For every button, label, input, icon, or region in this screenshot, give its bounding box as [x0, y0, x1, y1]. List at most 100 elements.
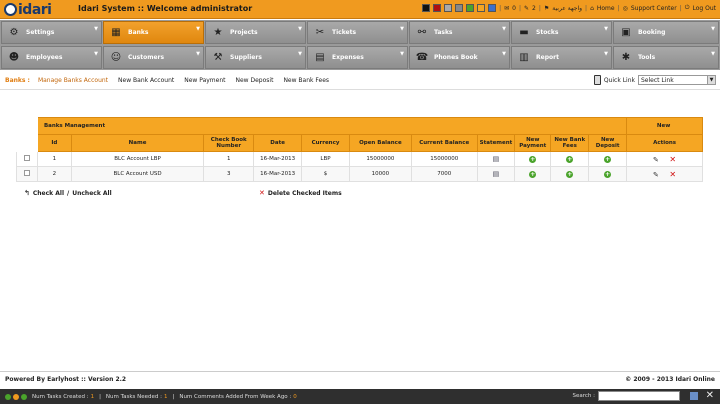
menu-report[interactable]: ▥ Report ▼	[511, 46, 612, 69]
menu-suppliers[interactable]: ⚒ Suppliers ▼	[205, 46, 306, 69]
new-deposit-icon[interactable]: +	[604, 170, 612, 178]
report-icon: ▥	[519, 52, 529, 63]
menu-tasks[interactable]: ⚯ Tasks ▼	[409, 21, 510, 44]
chevron-down-icon: ▼	[94, 26, 98, 32]
edit-icon[interactable]: ✎	[653, 156, 659, 164]
col-actions: Actions	[626, 134, 703, 152]
theme-swatch-orange[interactable]	[477, 4, 486, 12]
delete-checked-link[interactable]: Delete Checked Items	[268, 190, 342, 197]
theme-swatch-green[interactable]	[466, 4, 475, 12]
tasks-icon[interactable]: ✎	[524, 5, 529, 12]
col-new-payment: New Payment	[514, 134, 552, 152]
cell-open-balance: 15000000	[348, 151, 412, 167]
messages-count[interactable]: 0	[512, 5, 516, 12]
wrench-icon: ⚙	[9, 27, 19, 38]
tasks-count[interactable]: 2	[532, 5, 536, 12]
menu-expenses[interactable]: ▤ Expenses ▼	[307, 46, 408, 69]
arabic-interface-link[interactable]: واجهة عربية	[552, 5, 582, 12]
status-bar: Num Tasks Created : 1 | Num Tasks Needed…	[0, 389, 720, 404]
menu-booking[interactable]: ▣ Booking ▼	[613, 21, 719, 44]
check-all-link[interactable]: Check All	[33, 190, 64, 197]
submenu-new-deposit[interactable]: New Deposit	[236, 77, 274, 84]
theme-swatch-blue[interactable]	[488, 4, 497, 12]
menu-settings[interactable]: ⚙ Settings ▼	[1, 21, 102, 44]
phone-icon: ☎	[415, 52, 429, 63]
chevron-down-icon: ▼	[298, 26, 302, 32]
arrow-up-left-icon: ↰	[24, 189, 30, 197]
menu-tools[interactable]: ✱ Tools ▼	[613, 46, 719, 69]
support-center-link[interactable]: Support Center	[631, 5, 677, 12]
home-link[interactable]: Home	[597, 5, 615, 12]
chevron-down-icon: ▼	[298, 51, 302, 57]
submenu-new-bank-account[interactable]: New Bank Account	[118, 77, 174, 84]
menu-stocks[interactable]: ▬ Stocks ▼	[511, 21, 612, 44]
tasks-needed-count[interactable]: 1	[164, 394, 168, 400]
copyright: © 2009 - 2013 Idari Online	[625, 376, 715, 383]
powered-by: Powered By Earlyhost	[5, 376, 80, 383]
new-bank-fees-icon[interactable]: +	[566, 170, 574, 178]
chevron-down-icon: ▼	[604, 51, 608, 57]
new-bank-fees-icon[interactable]: +	[566, 155, 574, 163]
briefcase-icon: ▤	[315, 52, 325, 63]
submenu-label: Banks :	[5, 77, 30, 84]
row-checkbox[interactable]	[23, 155, 30, 161]
menu-customers[interactable]: ☺ Customers ▼	[103, 46, 204, 69]
col-new-deposit: New Deposit	[588, 134, 628, 152]
menu-employees[interactable]: ☻ Employees ▼	[1, 46, 102, 69]
quick-link-select[interactable]: Select Link ▼	[638, 75, 716, 85]
submenu-manage-banks-account[interactable]: Manage Banks Account	[38, 77, 108, 84]
cell-name: BLC Account USD	[70, 166, 205, 182]
uncheck-all-link[interactable]: Uncheck All	[72, 190, 111, 197]
section-title: Banks Management	[36, 117, 628, 135]
comments-count[interactable]: 0	[293, 394, 297, 400]
tools-icon: ✱	[621, 52, 631, 63]
statement-icon[interactable]: ▤	[492, 170, 500, 178]
delete-checked-control: ✕ Delete Checked Items	[259, 189, 342, 197]
flag-icon: ⚑	[543, 4, 550, 12]
col-date: Date	[253, 134, 303, 152]
theme-swatch-black[interactable]	[422, 4, 431, 12]
cell-current-balance: 7000	[410, 166, 478, 182]
tasks-created-count[interactable]: 1	[91, 394, 95, 400]
col-new-bank-fees: New Bank Fees	[550, 134, 590, 152]
top-right-tools: | ✉ 0 | ✎ 2 | ⚑ واجهة عربية | ⌂ Home | ◎…	[422, 4, 716, 12]
cell-open-balance: 10000	[348, 166, 412, 182]
new-payment-icon[interactable]: +	[529, 170, 537, 178]
menu-banks[interactable]: ▦ Banks ▼	[103, 21, 204, 44]
theme-swatch-red[interactable]	[433, 4, 442, 12]
logout-link[interactable]: Log Out	[692, 5, 716, 12]
status-search: Search :	[573, 391, 680, 401]
row-checkbox[interactable]	[23, 170, 30, 176]
window-icon[interactable]	[690, 392, 698, 400]
menu-phones-book[interactable]: ☎ Phones Book ▼	[409, 46, 510, 69]
submenu-new-bank-fees[interactable]: New Bank Fees	[283, 77, 329, 84]
col-current-balance: Current Balance	[410, 134, 478, 152]
mobile-icon[interactable]	[593, 75, 601, 85]
logo-mark	[4, 3, 17, 16]
col-id: Id	[36, 134, 72, 152]
theme-swatch-gray[interactable]	[444, 4, 453, 12]
messages-icon[interactable]: ✉	[504, 5, 509, 12]
menu-projects[interactable]: ★ Projects ▼	[205, 21, 306, 44]
submenu-new-payment[interactable]: New Payment	[184, 77, 225, 84]
delete-icon: ✕	[259, 189, 265, 197]
cell-check-book: 3	[203, 166, 255, 182]
new-payment-icon[interactable]: +	[529, 155, 537, 163]
status-search-input[interactable]	[598, 391, 680, 401]
delete-icon[interactable]: ✕	[669, 155, 676, 164]
menu-tickets[interactable]: ✂ Tickets ▼	[307, 21, 408, 44]
chevron-down-icon: ▼	[400, 51, 404, 57]
check-all-controls: ↰ Check All / Uncheck All	[24, 189, 112, 197]
close-icon[interactable]: ✕	[706, 390, 714, 401]
statement-icon[interactable]: ▤	[492, 155, 500, 163]
new-deposit-icon[interactable]: +	[604, 155, 612, 163]
theme-swatch-darkgray[interactable]	[455, 4, 464, 12]
chevron-down-icon: ▼	[196, 51, 200, 57]
support-icon: ◎	[622, 4, 628, 12]
quick-link: Quick Link Select Link ▼	[593, 75, 716, 85]
logo-text: idari	[18, 1, 52, 18]
delete-icon[interactable]: ✕	[669, 170, 676, 179]
cell-currency: LBP	[301, 151, 350, 167]
edit-icon[interactable]: ✎	[653, 171, 659, 179]
logo[interactable]: idari	[4, 1, 52, 18]
